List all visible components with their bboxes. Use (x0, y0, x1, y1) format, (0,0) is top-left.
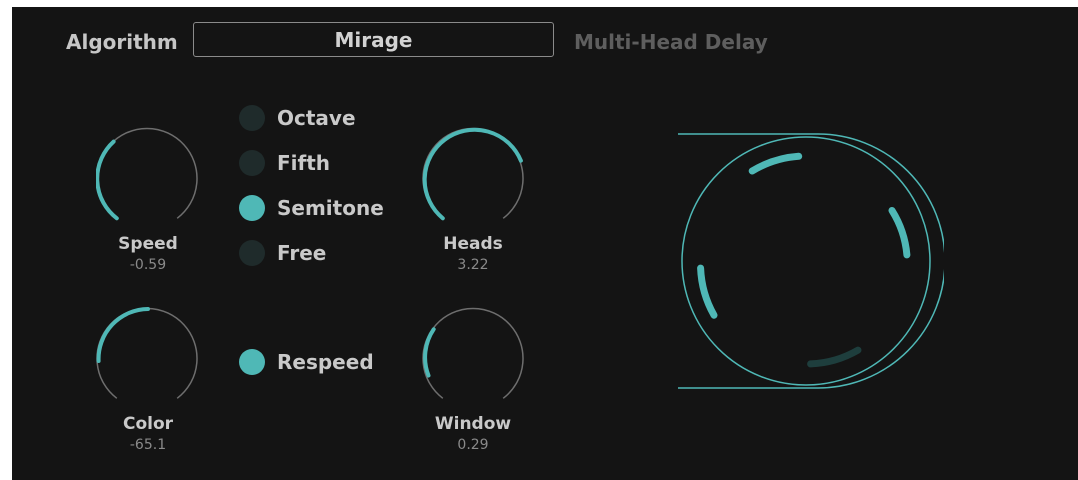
heads-knob[interactable] (422, 127, 526, 221)
respeed-label: Respeed (277, 350, 374, 374)
pitch-option-octave[interactable]: Octave (239, 104, 356, 132)
algorithm-selector[interactable]: Mirage (193, 22, 554, 57)
color-label: Color (122, 414, 174, 434)
window-value: 0.29 (457, 437, 489, 453)
radio-dot-octave (239, 105, 265, 131)
pitch-option-free[interactable]: Free (239, 239, 326, 267)
respeed-toggle[interactable]: Respeed (239, 348, 374, 376)
pitch-option-label: Fifth (277, 151, 331, 175)
color-value: -65.1 (129, 437, 167, 453)
heads-value: 3.22 (457, 257, 489, 273)
speed-knob[interactable] (96, 127, 200, 221)
algorithm-description: Multi-Head Delay (574, 30, 768, 54)
heads-label: Heads (443, 234, 503, 254)
pitch-option-label: Semitone (277, 196, 384, 220)
head-marker (697, 264, 718, 319)
respeed-indicator (239, 349, 265, 375)
window-label: Window (434, 414, 512, 434)
algorithm-label: Algorithm (66, 30, 178, 54)
radio-dot-fifth (239, 150, 265, 176)
head-marker (748, 152, 803, 175)
pitch-option-label: Octave (277, 106, 356, 130)
window-knob[interactable] (422, 307, 526, 401)
tape-heads-visualizer (676, 128, 946, 398)
radio-dot-semitone (239, 195, 265, 221)
head-marker (807, 346, 862, 368)
pitch-option-label: Free (277, 241, 327, 265)
head-marker (888, 207, 911, 259)
color-knob[interactable] (96, 307, 200, 401)
speed-value: -0.59 (129, 257, 167, 273)
speed-label: Speed (118, 234, 178, 254)
pitch-option-fifth[interactable]: Fifth (239, 149, 330, 177)
pitch-option-semitone[interactable]: Semitone (239, 194, 384, 222)
radio-dot-free (239, 240, 265, 266)
